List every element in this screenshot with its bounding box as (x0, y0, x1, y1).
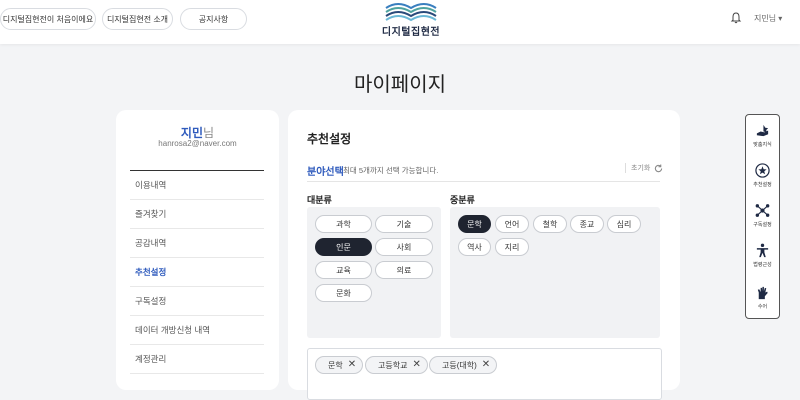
quick-item-accessibility[interactable]: 법령근성 (746, 243, 779, 268)
field-select-hint: 최대 5개까지 선택 가능합니다. (343, 166, 439, 175)
nav-notice-button[interactable]: 공지사항 (180, 8, 247, 30)
site-logo[interactable]: 디지털집현전 (378, 0, 444, 38)
quick-menu: 맞춤지식 추천설정 구독설정 법령근성 수어 (745, 114, 780, 319)
tag-label: 고등(대학) (442, 360, 477, 370)
refresh-icon (655, 163, 663, 172)
hand-knowledge-icon (756, 124, 769, 137)
star-circle-icon (755, 163, 770, 178)
quick-item-recommend[interactable]: 추천설정 (746, 163, 779, 188)
quick-item-label: 맞춤지식 (753, 142, 772, 148)
major-chip-humanities[interactable]: 인문 (315, 238, 372, 256)
selected-tag[interactable]: 고등학교 ✕ (365, 356, 428, 374)
sidebar-item-favorites[interactable]: 즐겨찾기 (130, 200, 264, 229)
minor-category-label: 중분류 (450, 195, 475, 205)
selected-tag[interactable]: 고등(대학) ✕ (429, 356, 498, 374)
quick-item-custom-knowledge[interactable]: 맞춤지식 (746, 123, 779, 148)
nav-about-button[interactable]: 디지털집현전 소개 (102, 8, 173, 30)
minor-chip-philosophy[interactable]: 철학 (533, 215, 567, 233)
user-menu[interactable]: 지민님 ▾ (754, 13, 782, 24)
quick-item-sign-language[interactable]: 수어 (746, 285, 779, 310)
minor-chip-religion[interactable]: 종교 (570, 215, 604, 233)
minor-chip-literature[interactable]: 문학 (458, 215, 491, 233)
panel-title: 추천설정 (307, 132, 352, 146)
selected-tags-box: 문학 ✕ 고등학교 ✕ 고등(대학) ✕ (307, 348, 662, 400)
sidebar-item-recommend[interactable]: 추천설정 (130, 258, 264, 287)
minor-category-box: 문학 언어 철학 종교 심리 역사 지리 (450, 207, 660, 338)
sidebar-item-account[interactable]: 계정관리 (130, 345, 264, 374)
minor-chip-psychology[interactable]: 심리 (607, 215, 641, 233)
sidebar: 지민님 hanrosa2@naver.com 이용내역 즐겨찾기 공감내역 추천… (116, 110, 279, 390)
tag-label: 고등학교 (378, 360, 408, 370)
close-icon[interactable]: ✕ (348, 360, 356, 370)
section-divider (307, 181, 660, 182)
sidebar-item-data-request[interactable]: 데이터 개방신청 내역 (130, 316, 264, 345)
reset-label: 초기화 (631, 165, 651, 172)
accessibility-icon (756, 243, 769, 258)
sidebar-item-usage[interactable]: 이용내역 (130, 171, 264, 200)
major-chip-science[interactable]: 과학 (315, 215, 372, 233)
logo-text: 디지털집현전 (381, 27, 441, 38)
minor-chip-language[interactable]: 언어 (495, 215, 529, 233)
major-chip-technology[interactable]: 기술 (375, 215, 433, 233)
major-chip-society[interactable]: 사회 (375, 238, 433, 256)
reset-button[interactable]: 초기화 (625, 163, 663, 173)
sidebar-item-subscription[interactable]: 구독설정 (130, 287, 264, 316)
quick-item-label: 추천설정 (753, 182, 772, 188)
major-category-box: 과학 기술 인문 사회 교육 의료 문화 (307, 207, 441, 338)
user-email: hanrosa2@naver.com (158, 139, 237, 148)
minor-chip-history[interactable]: 역사 (458, 238, 491, 256)
quick-item-subscription[interactable]: 구독설정 (746, 203, 779, 228)
close-icon[interactable]: ✕ (482, 360, 490, 370)
quick-item-label: 수어 (757, 304, 768, 310)
tag-label: 문학 (328, 360, 343, 370)
bell-icon[interactable] (730, 12, 742, 24)
field-select-label: 분야선택 (307, 167, 344, 178)
major-chip-culture[interactable]: 문화 (315, 284, 372, 302)
selected-tag[interactable]: 문학 ✕ (315, 356, 364, 374)
close-icon[interactable]: ✕ (412, 360, 420, 370)
recommend-settings-panel: 추천설정 분야선택 최대 5개까지 선택 가능합니다. 초기화 대분류 중분류 … (288, 110, 680, 400)
major-chip-medical[interactable]: 의료 (375, 261, 433, 279)
major-category-label: 대분류 (307, 195, 332, 205)
nav-first-visit-button[interactable]: 디지털집현전이 처음이에요 (0, 8, 96, 30)
sign-language-icon (757, 286, 768, 300)
quick-item-label: 법령근성 (753, 262, 772, 268)
book-logo-icon (385, 3, 437, 22)
network-icon (755, 204, 770, 217)
sidebar-item-likes[interactable]: 공감내역 (130, 229, 264, 258)
minor-chip-geography[interactable]: 지리 (495, 238, 529, 256)
page-title: 마이페이지 (354, 74, 446, 96)
quick-item-label: 구독설정 (753, 222, 772, 228)
top-header: 디지털집현전이 처음이에요 디지털집현전 소개 공지사항 디지털집현전 지민님 … (0, 0, 800, 44)
major-chip-education[interactable]: 교육 (315, 261, 372, 279)
